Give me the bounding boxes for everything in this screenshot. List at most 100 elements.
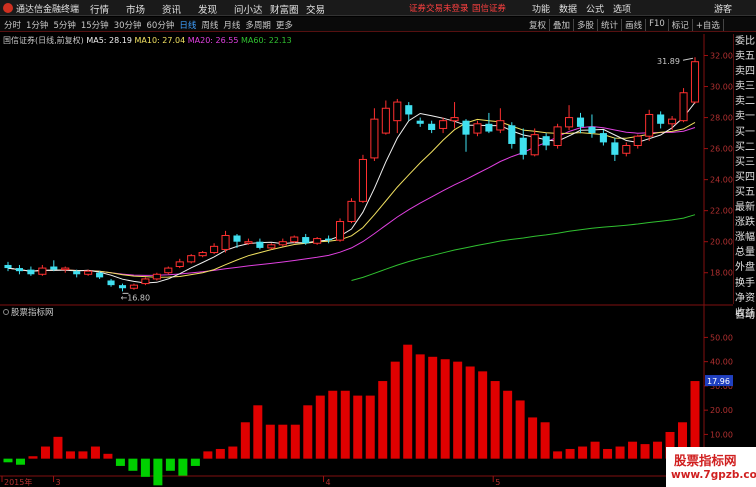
tool-button-2[interactable]: 多股 xyxy=(574,19,599,31)
price-tick-label: 26.00 xyxy=(710,145,733,154)
indicator-bar xyxy=(415,354,425,459)
main-menu: 行情 市场 资讯 发现 问小达 财富圈 交易 xyxy=(90,2,342,16)
candle-body xyxy=(519,137,527,155)
candle-body xyxy=(405,105,413,115)
indicator-tick-label: 10.00 xyxy=(710,430,733,439)
indicator-bar xyxy=(478,371,488,459)
indicator-bar xyxy=(165,458,175,471)
indicator-bar xyxy=(528,417,538,459)
side-panel-item-6: 买一 xyxy=(735,126,755,138)
indicator-bar xyxy=(565,448,575,459)
period-tab-3[interactable]: 15分钟 xyxy=(81,19,109,31)
kline-chart[interactable]: 18.00 20.00 22.00 24.00 26.00 28.00 30.00 32.00… xyxy=(0,32,733,487)
period-tab-8[interactable]: 月线 xyxy=(223,19,240,31)
indicator-bar xyxy=(203,451,213,459)
right-menu: 功能 数据 公式 选项 xyxy=(532,2,640,15)
candle-body xyxy=(370,118,379,159)
side-panel-item-3: 卖三 xyxy=(735,81,755,93)
candle-body xyxy=(542,136,550,146)
date-tick-label: 3 xyxy=(56,478,61,487)
menu-zixun[interactable]: 资讯 xyxy=(162,2,198,16)
tool-button-1[interactable]: 叠加 xyxy=(550,19,575,31)
indicator-axis: 0.0010.0020.0030.0040.0050.0017.96 xyxy=(704,333,733,464)
indicator-bar xyxy=(178,458,188,476)
indicator-bar xyxy=(465,366,475,459)
indicator-bar xyxy=(215,448,225,459)
candle-body xyxy=(530,134,539,156)
indicator-bar xyxy=(90,446,100,459)
tool-button-0[interactable]: 复权 xyxy=(526,19,551,31)
side-panel-item-2: 卖四 xyxy=(735,66,755,78)
indicator-bar xyxy=(303,405,313,459)
menu-wenxiaoda[interactable]: 问小达 xyxy=(234,2,270,16)
indicator-bar xyxy=(153,458,163,486)
candle-body xyxy=(508,125,516,144)
guest-user[interactable]: 游客 xyxy=(714,2,732,15)
indicator-bar xyxy=(365,395,375,459)
tool-button-6[interactable]: 标记 xyxy=(669,19,693,31)
price-annotations: 31.89 ←16.80 xyxy=(121,57,694,302)
menu-faxian[interactable]: 发现 xyxy=(198,2,234,16)
period-tab-4[interactable]: 30分钟 xyxy=(114,19,142,31)
price-axis: 18.00 20.00 22.00 24.00 26.00 28.00 30.00 32.00 xyxy=(704,52,733,278)
period-tab-0[interactable]: 分时 xyxy=(4,19,21,31)
tool-button-5[interactable]: F10 xyxy=(646,19,669,31)
side-panel-item-8: 买三 xyxy=(735,156,755,168)
period-tab-9[interactable]: 多周期 xyxy=(245,19,271,31)
indicator-bar xyxy=(53,436,63,459)
menu-xuanxiang[interactable]: 选项 xyxy=(613,2,631,15)
candle-body xyxy=(358,158,367,202)
candle-body xyxy=(428,123,436,130)
indicator-tick-label: 50.00 xyxy=(710,333,733,342)
indicator-bar xyxy=(340,390,350,459)
candle-body xyxy=(450,117,459,122)
tool-button-7[interactable]: +自选 xyxy=(693,19,724,31)
candle-body xyxy=(611,142,619,155)
side-panel-item-4: 卖二 xyxy=(735,96,755,108)
price-tick-label: 32.00 xyxy=(710,52,733,61)
menu-shichang[interactable]: 市场 xyxy=(126,2,162,16)
app-logo-icon xyxy=(3,3,13,13)
broker-name: 国信证券 xyxy=(472,4,507,14)
high-price-label: 31.89 xyxy=(657,57,680,66)
indicator-bar xyxy=(128,458,138,471)
candle-body xyxy=(141,278,150,285)
candle-body xyxy=(38,267,47,275)
date-tick-label: 4 xyxy=(326,478,331,487)
auto-label[interactable]: 自动 xyxy=(735,306,755,321)
candle-body xyxy=(588,126,596,134)
candle-body xyxy=(599,133,607,143)
menu-gongneng[interactable]: 功能 xyxy=(532,2,550,15)
login-alert[interactable]: 证券交易未登录 xyxy=(409,2,469,14)
menu-jiaoyi[interactable]: 交易 xyxy=(306,2,342,16)
app-name: 通达信金融终端 xyxy=(16,5,80,15)
indicator-bar xyxy=(553,451,563,459)
tool-button-4[interactable]: 画线 xyxy=(622,19,647,31)
period-tab-7[interactable]: 周线 xyxy=(201,19,218,31)
period-tab-5[interactable]: 60分钟 xyxy=(147,19,175,31)
indicator-bar xyxy=(15,458,25,465)
period-tabs: 分时 1分钟 5分钟 15分钟 30分钟 60分钟 日线 周线 月线 多周期 更多 xyxy=(4,19,298,31)
period-toolbar: 分时 1分钟 5分钟 15分钟 30分钟 60分钟 日线 周线 月线 多周期 更多 复权 叠加 多股 统计… xyxy=(0,17,756,32)
period-tab-2[interactable]: 5分钟 xyxy=(53,19,75,31)
indicator-bar xyxy=(640,444,650,459)
candle-body xyxy=(657,114,665,124)
candle-body xyxy=(198,252,207,257)
menu-hangqing[interactable]: 行情 xyxy=(90,2,126,16)
indicator-bar xyxy=(228,446,238,459)
menu-shuju[interactable]: 数据 xyxy=(559,2,577,15)
candle-body xyxy=(393,101,402,122)
menu-caifuquan[interactable]: 财富圈 xyxy=(270,2,306,16)
indicator-bar xyxy=(603,448,613,459)
menu-gongshi[interactable]: 公式 xyxy=(586,2,604,15)
period-tab-6[interactable]: 日线 xyxy=(179,19,196,31)
period-tab-1[interactable]: 1分钟 xyxy=(26,19,48,31)
candle-body xyxy=(50,266,58,270)
indicator-tick-label: 20.00 xyxy=(710,406,733,415)
indicator-bar xyxy=(315,395,325,459)
period-tab-10[interactable]: 更多 xyxy=(276,19,293,31)
low-price-label: ←16.80 xyxy=(121,293,151,302)
indicator-bars xyxy=(3,344,700,486)
indicator-bar xyxy=(390,361,400,459)
tool-button-3[interactable]: 统计 xyxy=(598,19,623,31)
